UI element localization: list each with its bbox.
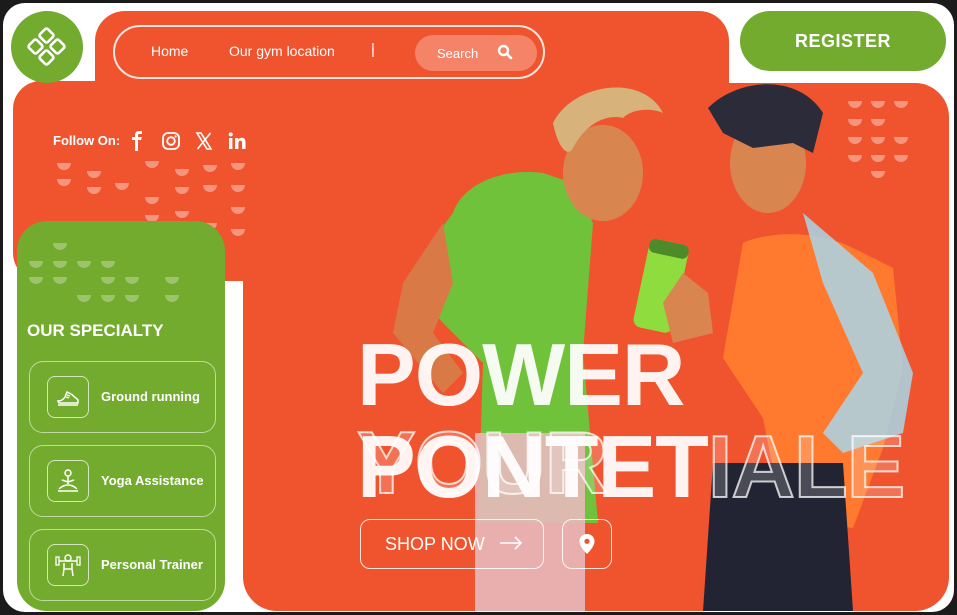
running-shoe-icon xyxy=(47,376,89,418)
x-icon[interactable] xyxy=(195,131,213,151)
search-icon xyxy=(497,44,513,60)
shop-now-button[interactable]: SHOP NOW xyxy=(360,519,544,569)
headline-power: POWER xyxy=(357,325,685,424)
nav-separator: | xyxy=(371,41,375,58)
location-button[interactable] xyxy=(562,519,612,569)
headline-iale: IALE xyxy=(707,417,906,516)
specialty-title: OUR SPECIALTY xyxy=(27,321,164,340)
nav-location-link[interactable]: Our gym location xyxy=(229,43,335,59)
page-frame: Home Our gym location | Search REGISTER … xyxy=(3,3,954,612)
trainer-icon xyxy=(47,544,89,586)
yoga-icon xyxy=(47,460,89,502)
map-pin-icon xyxy=(579,534,595,554)
specialty-card-trainer[interactable]: Personal Trainer xyxy=(29,529,216,601)
brand-logo[interactable] xyxy=(11,11,83,83)
arrow-right-icon xyxy=(500,536,523,550)
linkedin-icon[interactable] xyxy=(228,131,246,151)
specialty-card-label: Personal Trainer xyxy=(101,557,203,572)
specialty-card-label: Ground running xyxy=(101,389,200,404)
facebook-icon[interactable] xyxy=(131,131,143,151)
nav-home-link[interactable]: Home xyxy=(151,43,188,59)
specialty-card-running[interactable]: Ground running xyxy=(29,361,216,433)
specialty-panel: OUR SPECIALTY Ground running Yoga Assist… xyxy=(17,221,225,611)
shop-now-label: SHOP NOW xyxy=(385,534,485,554)
follow-label: Follow On: xyxy=(53,133,121,148)
instagram-icon[interactable] xyxy=(161,131,181,151)
hero-headline-line2: PONTETIALE xyxy=(357,422,906,512)
headline-pontet: PONTET xyxy=(357,417,709,516)
search-label: Search xyxy=(437,45,479,61)
register-button[interactable]: REGISTER xyxy=(740,11,946,71)
specialty-card-yoga[interactable]: Yoga Assistance xyxy=(29,445,216,517)
logo-diamonds-icon xyxy=(27,27,66,66)
specialty-card-label: Yoga Assistance xyxy=(101,473,204,488)
